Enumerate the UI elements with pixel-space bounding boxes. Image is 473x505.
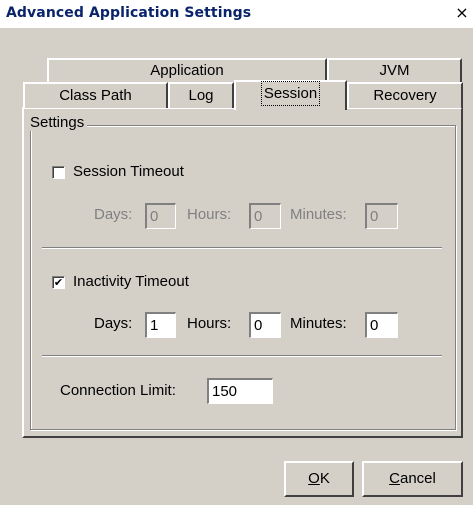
session-hours-field[interactable]: 0 [249, 203, 281, 229]
inactivity-timeout-checkbox[interactable]: ✔ [52, 276, 65, 289]
tab-label: JVM [379, 62, 410, 79]
session-timeout-label: Session Timeout [73, 163, 184, 180]
connection-limit-field[interactable]: 150 [207, 378, 273, 404]
tab-session[interactable]: Session [234, 80, 347, 110]
session-days-label: Days: [94, 206, 133, 223]
tab-label: Class Path [59, 87, 132, 104]
inactivity-hours-field[interactable]: 0 [249, 312, 281, 338]
tab-log[interactable]: Log [168, 82, 234, 108]
connection-limit-label: Connection Limit: [60, 382, 176, 399]
settings-group-legend: Settings [27, 114, 88, 131]
session-hours-label: Hours: [187, 206, 232, 223]
ok-label-rest: K [319, 470, 330, 487]
cancel-mnemonic: C [389, 470, 400, 487]
tab-label: Application [150, 62, 224, 79]
session-minutes-label: Minutes: [290, 206, 347, 223]
tab-recovery[interactable]: Recovery [347, 82, 463, 108]
inactivity-hours-label: Hours: [187, 315, 232, 332]
tab-label: Session [260, 81, 321, 106]
tab-class-path[interactable]: Class Path [23, 82, 168, 108]
inactivity-minutes-label: Minutes: [290, 315, 347, 332]
inactivity-days-field[interactable]: 1 [145, 312, 176, 338]
cancel-label-rest: ancel [399, 470, 436, 487]
inactivity-days-label: Days: [94, 315, 133, 332]
session-timeout-checkbox[interactable] [52, 166, 65, 179]
tab-jvm[interactable]: JVM [327, 58, 462, 83]
session-minutes-field[interactable]: 0 [365, 203, 398, 229]
close-icon[interactable]: × [455, 5, 469, 21]
ok-mnemonic: O [308, 470, 320, 487]
window-title: Advanced Application Settings [6, 5, 252, 21]
session-days-field[interactable]: 0 [145, 203, 176, 229]
separator [42, 355, 442, 357]
inactivity-timeout-label: Inactivity Timeout [73, 273, 189, 290]
separator [42, 247, 442, 249]
ok-button[interactable]: OK [284, 461, 354, 497]
tab-label: Log [188, 87, 214, 104]
cancel-button[interactable]: Cancel [362, 461, 463, 497]
tab-label: Recovery [373, 87, 437, 104]
inactivity-minutes-field[interactable]: 0 [365, 312, 398, 338]
